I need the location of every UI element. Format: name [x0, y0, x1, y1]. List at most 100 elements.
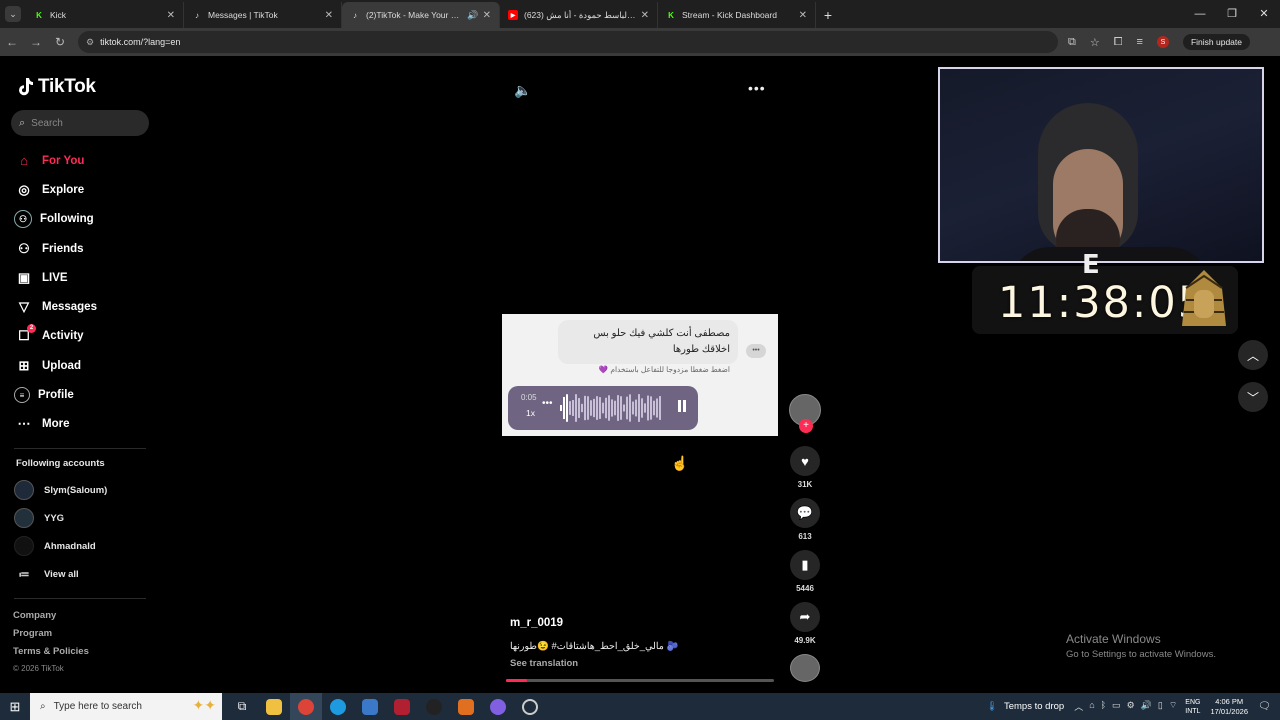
search-input[interactable]: ⌕ Search [11, 110, 149, 136]
task-view-icon[interactable]: ⧉ [226, 693, 258, 720]
nav-item-following[interactable]: ⚇ Following [14, 205, 97, 234]
volume-icon[interactable]: 🔊 [1141, 700, 1152, 713]
close-icon[interactable]: ✕ [167, 10, 175, 21]
video-author[interactable]: m_r_0019 [510, 617, 563, 629]
file-explorer-icon[interactable] [258, 693, 290, 720]
activity-badge: 2 [27, 324, 36, 334]
following-account-item[interactable]: Ahmadnald [14, 532, 107, 560]
display-icon[interactable]: ▭ [1112, 700, 1121, 713]
weather-widget[interactable]: 🌡 Temps to drop [986, 701, 1064, 712]
battery-icon[interactable]: ▯ [1158, 700, 1163, 713]
notification-icon[interactable]: 🗨 [1258, 701, 1276, 712]
reload-icon[interactable]: ↻ [48, 35, 72, 49]
footer-program-link[interactable]: Program [13, 628, 89, 646]
wifi-icon[interactable]: ⌔ [1169, 700, 1177, 713]
start-button[interactable]: ⊞ [0, 699, 30, 715]
chrome-icon[interactable] [290, 693, 322, 720]
tab-search-button[interactable]: ⌄ [0, 0, 26, 28]
video-frame[interactable]: مصطفى أنت كلشي فيك حلو بس اخلاقك طورها •… [502, 314, 778, 436]
app-icon[interactable] [514, 693, 546, 720]
comment-button[interactable]: 💬 613 [788, 498, 822, 541]
site-info-icon[interactable]: ⚙ [86, 37, 94, 48]
nav-label: Upload [42, 359, 81, 372]
browser-tab-active[interactable]: ♪ (2)TikTok - Make Your Day 🔊 ✕ [342, 2, 500, 28]
app-icon[interactable] [386, 693, 418, 720]
new-tab-button[interactable]: + [816, 2, 840, 28]
previous-video-button[interactable]: ︿ [1238, 340, 1268, 370]
browser-tab[interactable]: ▶ (623) عبد الباسط حمودة - أنا مش ✕ [500, 2, 658, 28]
app-icon[interactable] [482, 693, 514, 720]
footer-terms-link[interactable]: Terms & Policies [13, 646, 89, 664]
finish-update-button[interactable]: Finish update [1182, 34, 1251, 50]
brand-name: TikTok [38, 76, 96, 97]
close-icon[interactable]: ✕ [325, 10, 333, 21]
extensions-icon[interactable]: ⧠ [1114, 36, 1123, 49]
close-icon[interactable]: ✕ [483, 10, 491, 21]
minimize-icon[interactable]: — [1184, 0, 1216, 28]
footer-company-link[interactable]: Company [13, 610, 89, 628]
waveform-bar [635, 399, 637, 417]
taskbar-search-placeholder: Type here to search [53, 701, 142, 712]
close-icon[interactable]: ✕ [799, 10, 807, 21]
speaker-icon[interactable]: 🔈 [514, 82, 531, 99]
nav-item-for-you[interactable]: ⌂ For You [14, 146, 97, 175]
voice-message: 0:05 1x ••• [508, 386, 698, 430]
next-video-button[interactable]: ﹀ [1238, 382, 1268, 412]
like-count: 31K [797, 480, 813, 489]
speaker-icon[interactable]: 🔊 [467, 10, 478, 21]
edge-icon[interactable] [322, 693, 354, 720]
ellipsis-icon: ••• [746, 344, 766, 358]
back-icon[interactable]: ← [0, 35, 24, 49]
nav-item-explore[interactable]: ◎ Explore [14, 175, 97, 204]
tab-title: Stream - Kick Dashboard [682, 10, 777, 20]
forward-icon[interactable]: → [24, 35, 48, 49]
bookmark-star-icon[interactable]: ☆ [1090, 36, 1100, 49]
more-options-icon[interactable]: ••• [748, 80, 766, 96]
tab-title: Messages | TikTok [208, 10, 278, 20]
url-field[interactable]: ⚙ tiktok.com/?lang=en [78, 31, 1058, 53]
following-account-item[interactable]: Slym(Saloum) [14, 476, 107, 504]
restore-icon[interactable]: ❐ [1216, 0, 1248, 28]
nav-item-live[interactable]: ▣ LIVE [14, 263, 97, 292]
install-app-icon[interactable]: ⧉ [1068, 36, 1076, 49]
view-all-button[interactable]: ≔ View all [14, 560, 107, 588]
network-icon[interactable]: ⌂ [1089, 700, 1094, 713]
activate-windows-watermark: Activate Windows Go to Settings to activ… [1066, 632, 1216, 660]
home-icon: ⌂ [20, 153, 28, 169]
share-button[interactable]: ➦ 49.9K [788, 602, 822, 645]
nav-item-more[interactable]: ⋯ More [14, 410, 97, 439]
close-icon[interactable]: ✕ [641, 10, 649, 21]
author-avatar[interactable]: + [789, 394, 821, 433]
see-translation-link[interactable]: See translation [510, 658, 578, 669]
close-window-icon[interactable]: ✕ [1248, 0, 1280, 28]
save-button[interactable]: ▮ 5446 [788, 550, 822, 593]
media-control-icon[interactable]: ≡ [1137, 36, 1143, 48]
bluetooth-icon[interactable]: ᛒ [1101, 700, 1106, 713]
nav-item-profile[interactable]: ≡ Profile [14, 380, 97, 409]
nav-item-activity[interactable]: ☐ 2 Activity [14, 322, 97, 351]
app-icon[interactable] [354, 693, 386, 720]
follow-plus-icon[interactable]: + [799, 419, 813, 433]
video-progress-bar[interactable] [506, 679, 774, 682]
language-indicator[interactable]: ENG INTL [1185, 698, 1200, 716]
following-account-item[interactable]: YYG [14, 504, 107, 532]
browser-tab[interactable]: K Stream - Kick Dashboard ✕ [658, 2, 816, 28]
profile-avatar[interactable]: S [1156, 36, 1169, 48]
nav-item-messages[interactable]: ▽ Messages [14, 292, 97, 321]
tiktok-logo[interactable]: TikTok [16, 76, 96, 98]
taskbar-search[interactable]: ⌕ Type here to search ✦✦ [30, 693, 222, 720]
chevron-up-icon[interactable]: ︿ [1074, 700, 1083, 713]
nav-item-upload[interactable]: ⊞ Upload [14, 351, 97, 380]
app-icon[interactable] [450, 693, 482, 720]
more-icon: ⋯ [17, 416, 31, 432]
browser-tab[interactable]: K Kick ✕ [26, 2, 184, 28]
browser-tab[interactable]: ♪ Messages | TikTok ✕ [184, 2, 342, 28]
lang-top: ENG [1185, 698, 1201, 706]
settings-icon[interactable]: ⚙ [1127, 700, 1135, 713]
app-icon[interactable] [418, 693, 450, 720]
nav-item-friends[interactable]: ⚇ Friends [14, 234, 97, 263]
like-button[interactable]: ♥ 31K [788, 446, 822, 489]
clock[interactable]: 4:06 PM 17/01/2026 [1210, 697, 1248, 717]
chrome-shape [298, 698, 314, 715]
sound-avatar[interactable] [790, 654, 820, 682]
